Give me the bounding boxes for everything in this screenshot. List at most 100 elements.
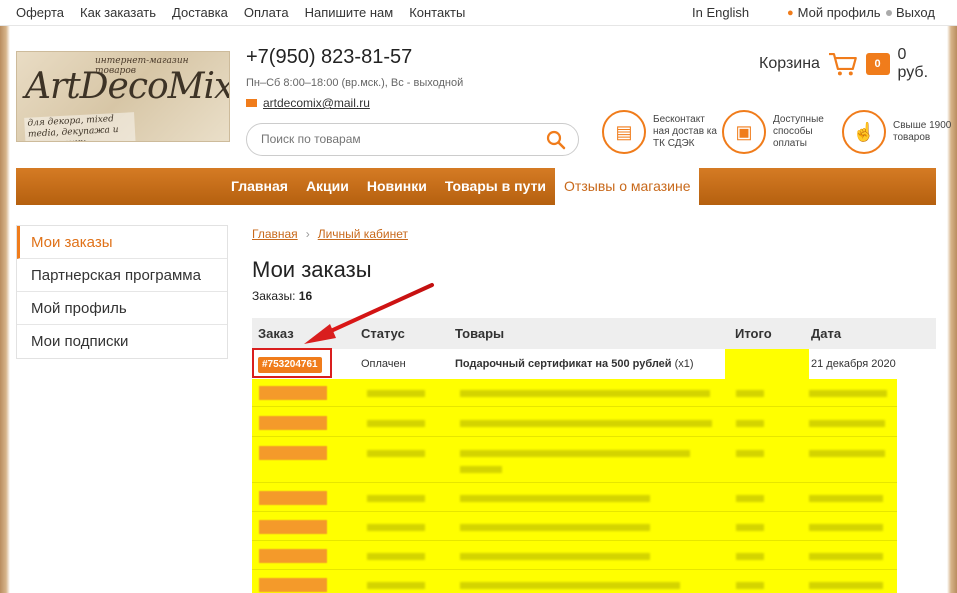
cart[interactable]: Корзина 0 0 руб.: [759, 46, 941, 82]
redacted-text: [809, 582, 883, 589]
profile-link[interactable]: ● Мой профиль: [787, 5, 881, 20]
logout-link[interactable]: Выход: [886, 5, 935, 20]
redacted-text: [809, 420, 885, 427]
breadcrumb: Главная › Личный кабинет: [252, 227, 408, 241]
redacted-text: [367, 390, 425, 397]
logo-brand: ArtDecoMix: [25, 66, 230, 107]
redacted-text: [460, 524, 650, 531]
redacted-text: [367, 582, 425, 589]
redacted-text: [460, 582, 680, 589]
nav-in-transit[interactable]: Товары в пути: [436, 168, 555, 205]
redacted-row: [252, 574, 897, 593]
redacted-separator: [252, 436, 897, 437]
redacted-text: [736, 524, 764, 531]
redacted-row: [252, 458, 897, 480]
redacted-text: [460, 420, 712, 427]
redacted-text: [460, 553, 650, 560]
phone-number[interactable]: +7(950) 823-81-57: [246, 46, 412, 69]
link-delivery[interactable]: Доставка: [172, 5, 228, 20]
redacted-order-id: [259, 416, 327, 430]
redacted-text: [367, 524, 425, 531]
feature-products: ☝ Свыше 1900 товаров: [842, 110, 957, 154]
mail-icon: [246, 99, 257, 107]
language-link[interactable]: In English: [692, 5, 749, 20]
sidebar-item-partner[interactable]: Партнерская программа: [17, 259, 227, 292]
nav-new[interactable]: Новинки: [358, 168, 436, 205]
annotation-frame: [252, 348, 332, 378]
redacted-text: [809, 553, 883, 560]
redacted-text: [809, 390, 887, 397]
main-nav: Главная Акции Новинки Товары в пути Отзы…: [16, 168, 936, 205]
link-how-to-order[interactable]: Как заказать: [80, 5, 156, 20]
sidebar-item-profile[interactable]: Мой профиль: [17, 292, 227, 325]
redacted-text: [460, 450, 690, 457]
redacted-row: [252, 382, 897, 404]
redacted-text: [367, 450, 425, 457]
redacted-text: [367, 420, 425, 427]
account-sidebar: Мои заказы Партнерская программа Мой про…: [16, 225, 228, 359]
product-cell: Подарочный сертификат на 500 рублей (x1): [455, 349, 725, 379]
redacted-text: [460, 390, 710, 397]
product-qty: (x1): [674, 358, 694, 370]
sidebar-item-orders[interactable]: Мои заказы: [17, 226, 227, 259]
page: Оферта Как заказать Доставка Оплата Напи…: [0, 0, 957, 593]
feature-products-text: Свыше 1900 товаров: [893, 120, 952, 143]
link-write-us[interactable]: Напишите нам: [305, 5, 394, 20]
redacted-text: [736, 450, 764, 457]
email-link[interactable]: artdecomix@mail.ru: [263, 96, 370, 110]
breadcrumb-cabinet[interactable]: Личный кабинет: [318, 227, 408, 241]
total-cell-redacted: [725, 349, 809, 379]
header: интернет-магазин товаров ArtDecoMix для …: [16, 42, 951, 162]
profile-label: Мой профиль: [797, 5, 881, 20]
redacted-separator: [252, 482, 897, 483]
features: ▤ Бесконтакт ная достав ка ТК СДЭК ▣ Дос…: [602, 110, 957, 154]
working-hours: Пн–Сб 8:00–18:00 (вр.мск.), Вс - выходно…: [246, 77, 464, 89]
top-links: Оферта Как заказать Доставка Оплата Напи…: [16, 5, 465, 20]
product-name: Подарочный сертификат на 500 рублей: [455, 358, 672, 370]
breadcrumb-separator: ›: [305, 227, 310, 241]
breadcrumb-home[interactable]: Главная: [252, 227, 298, 241]
redacted-text: [809, 450, 885, 457]
card-icon: ▣: [722, 110, 766, 154]
redacted-text: [736, 553, 764, 560]
redacted-text: [736, 582, 764, 589]
person-icon: ●: [787, 6, 794, 19]
redacted-text: [809, 495, 883, 502]
redacted-text: [367, 495, 425, 502]
header-products: Товары: [455, 326, 505, 341]
redacted-area: [252, 379, 897, 593]
logo-subtitle: для декора, mixed media, декупажа и энка…: [24, 112, 136, 141]
redacted-separator: [252, 540, 897, 541]
redacted-order-id: [259, 491, 327, 505]
nav-sales[interactable]: Акции: [297, 168, 358, 205]
redacted-order-id: [259, 520, 327, 534]
search-icon[interactable]: [546, 130, 566, 150]
redacted-order-id: [259, 549, 327, 563]
nav-home[interactable]: Главная: [222, 168, 297, 205]
cart-total: 0 руб.: [897, 46, 929, 81]
redacted-text: [460, 495, 650, 502]
link-contacts[interactable]: Контакты: [409, 5, 465, 20]
redacted-text: [460, 466, 502, 473]
feature-payment: ▣ Доступные способы оплаты: [722, 110, 842, 154]
orders-count-label: Заказы:: [252, 289, 296, 303]
nav-reviews[interactable]: Отзывы о магазине: [555, 168, 700, 205]
logout-label: Выход: [896, 5, 935, 20]
redacted-text: [367, 553, 425, 560]
site-logo[interactable]: интернет-магазин товаров ArtDecoMix для …: [16, 51, 230, 142]
search-input[interactable]: [261, 132, 521, 146]
annotation-arrow-icon: [304, 283, 434, 344]
redacted-text: [736, 420, 764, 427]
redacted-row: [252, 545, 897, 567]
link-payment[interactable]: Оплата: [244, 5, 289, 20]
link-offer[interactable]: Оферта: [16, 5, 64, 20]
redacted-row: [252, 516, 897, 538]
feature-delivery: ▤ Бесконтакт ная достав ка ТК СДЭК: [602, 110, 722, 154]
redacted-separator: [252, 569, 897, 570]
header-date: Дата: [811, 326, 842, 341]
redacted-row: [252, 412, 897, 434]
header-total: Итого: [735, 326, 772, 341]
cart-icon: [828, 52, 857, 76]
sidebar-item-subscriptions[interactable]: Мои подписки: [17, 325, 227, 358]
table-row: #753204761 Оплачен Подарочный сертификат…: [252, 349, 936, 379]
